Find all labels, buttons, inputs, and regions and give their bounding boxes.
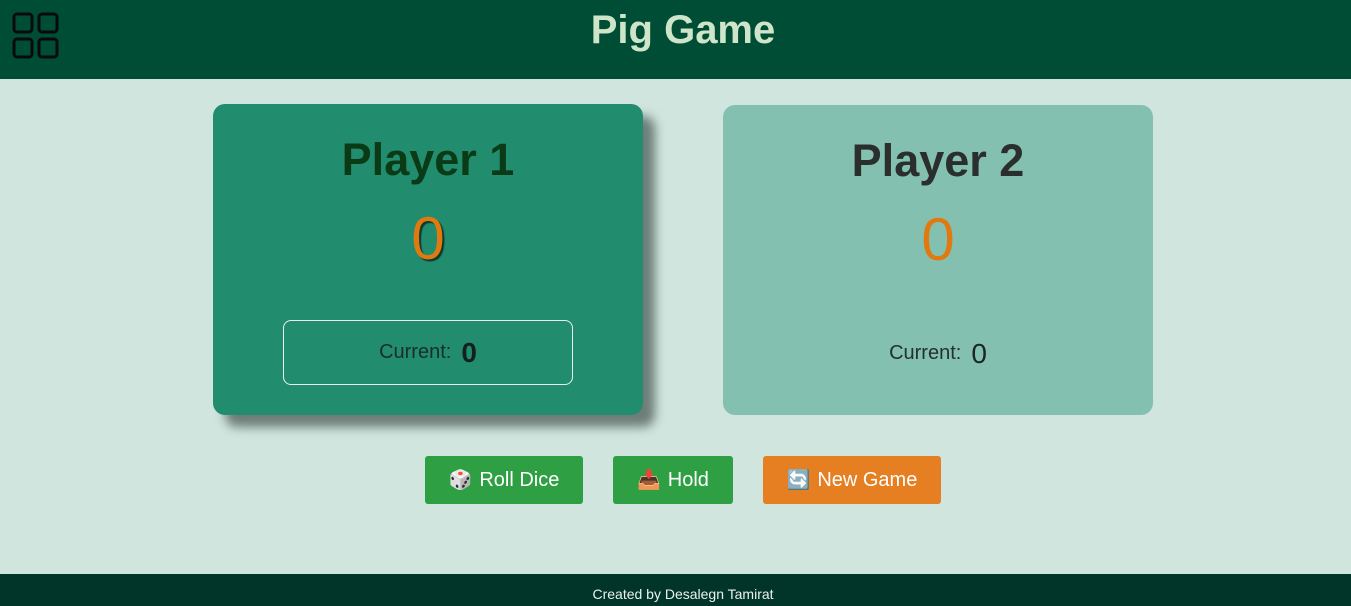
player-2-current-box: Current: 0 — [793, 321, 1083, 386]
player-1-panel: Player 1 0 Current: 0 — [213, 104, 643, 415]
player-1-current-label: Current: — [379, 341, 452, 363]
footer: Created by Desalegn Tamirat — [0, 574, 1351, 606]
dice-icon: 🎲 — [448, 470, 473, 491]
player-2-panel: Player 2 0 Current: 0 — [723, 105, 1153, 415]
player-2-name: Player 2 — [851, 135, 1025, 186]
app-header: Pig Game — [0, 0, 1351, 79]
page-title: Pig Game — [590, 8, 776, 52]
roll-dice-label: Roll Dice — [479, 468, 560, 491]
player-1-current-value: 0 — [461, 336, 477, 368]
player-1-score: 0 — [411, 205, 445, 272]
player-2-current-value: 0 — [971, 337, 987, 369]
player-2-current-label: Current: — [889, 342, 962, 364]
new-game-button[interactable]: 🔄 New Game — [763, 456, 941, 504]
inbox-tray-icon: 📥 — [637, 470, 661, 491]
player-1-name: Player 1 — [341, 134, 515, 185]
player-1-current-box: Current: 0 — [283, 320, 573, 385]
roll-dice-button[interactable]: 🎲 Roll Dice — [425, 456, 583, 504]
footer-credit: Created by Desalegn Tamirat — [592, 586, 774, 602]
new-game-label: New Game — [817, 468, 918, 491]
hold-button[interactable]: 📥 Hold — [613, 456, 733, 504]
player-2-score: 0 — [921, 206, 955, 273]
refresh-icon: 🔄 — [786, 470, 811, 491]
hold-label: Hold — [667, 468, 709, 491]
